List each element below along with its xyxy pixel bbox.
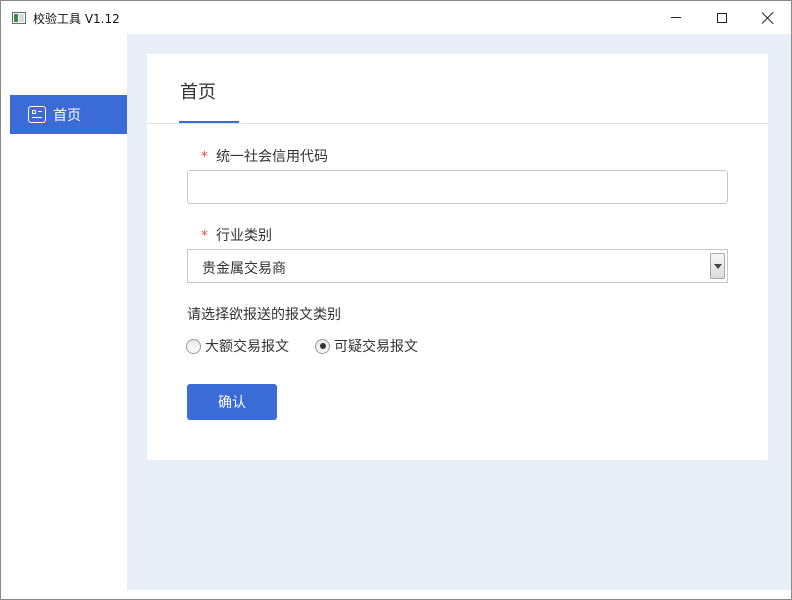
title-bar: 校验工具 V1.12 — [1, 1, 791, 34]
sidebar: 首页 — [1, 34, 127, 590]
page-title[interactable]: 首页 — [180, 78, 216, 104]
close-icon — [762, 12, 774, 24]
id-card-icon — [28, 106, 46, 123]
sidebar-item-label: 首页 — [53, 107, 81, 124]
chevron-down-icon[interactable] — [710, 253, 725, 279]
radio-circle-checked[interactable] — [315, 338, 330, 354]
radio-label: 大额交易报文 — [205, 339, 289, 355]
close-button[interactable] — [745, 1, 791, 34]
maximize-icon — [717, 12, 727, 23]
report-type-prompt: 请选择欲报送的报文类别 — [187, 307, 341, 323]
confirm-button[interactable]: 确认 — [187, 384, 277, 420]
active-tab-indicator — [179, 121, 239, 123]
tab-divider — [147, 123, 768, 124]
app-icon — [12, 12, 26, 24]
credit-code-input[interactable] — [187, 170, 728, 204]
radio-suspicious-transaction[interactable]: 可疑交易报文 — [315, 336, 418, 356]
required-mark: * — [201, 149, 208, 165]
credit-code-label: * 统一社会信用代码 — [201, 149, 328, 165]
radio-large-transaction[interactable]: 大额交易报文 — [186, 336, 289, 356]
maximize-button[interactable] — [699, 1, 745, 34]
industry-select[interactable]: 贵金属交易商 — [187, 249, 728, 283]
radio-label: 可疑交易报文 — [334, 339, 418, 355]
minimize-button[interactable] — [653, 1, 699, 34]
required-mark: * — [201, 228, 208, 244]
minimize-icon — [671, 17, 681, 18]
radio-circle[interactable] — [186, 338, 201, 354]
form-card: 首页 * 统一社会信用代码 * 行业类别 贵金属交易商 请选择欲报送的报文类别 大额… — [147, 54, 768, 460]
sidebar-item-home[interactable]: 首页 — [10, 95, 127, 134]
window-title: 校验工具 V1.12 — [33, 12, 120, 26]
industry-label: * 行业类别 — [201, 228, 272, 244]
industry-selected-value: 贵金属交易商 — [202, 261, 286, 277]
